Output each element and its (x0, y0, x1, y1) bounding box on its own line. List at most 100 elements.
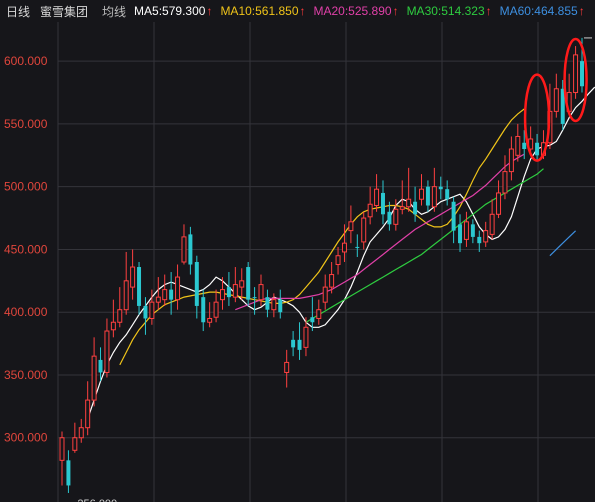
candle-body-up (72, 437, 78, 451)
candle-body-up (329, 274, 335, 288)
candle-body-up (419, 188, 424, 200)
candle-body-up (239, 280, 245, 288)
candle-body-down (522, 142, 527, 150)
candle-body-down (98, 359, 103, 373)
candle-body-down (425, 186, 430, 206)
up-arrow-icon: ↑ (485, 4, 492, 18)
ma5-value: MA5:579.300↑ (134, 4, 212, 18)
candle-body-up (374, 188, 380, 207)
ma60-label: MA60:464.855 (499, 4, 578, 18)
y-tick-label: 400.000 (4, 305, 48, 319)
candle-body-down (137, 267, 142, 306)
candle-body-up (213, 301, 219, 318)
candle-body-up (502, 171, 508, 194)
candle-body-up (341, 242, 347, 253)
candle-body-down (387, 211, 392, 225)
candle-body-down (458, 224, 463, 244)
ma5-label: MA5:579.300 (134, 4, 206, 18)
candle-body-up (515, 135, 521, 156)
candle-body-up (104, 330, 110, 373)
y-tick-label: 600.000 (4, 54, 48, 68)
candle-body-up (335, 255, 341, 266)
period-selector[interactable]: 日线 (6, 3, 30, 20)
candle-body-down (188, 234, 193, 265)
ma10-label: MA10:561.850 (220, 4, 299, 18)
candle-body-up (155, 296, 161, 303)
candle-body-up (316, 309, 322, 319)
candle-body-down (252, 297, 257, 299)
y-tick-label: 300.000 (4, 431, 48, 445)
ma10-value: MA10:561.850↑ (220, 4, 305, 18)
candle-body-up (175, 276, 181, 301)
candle-body-up (483, 230, 489, 243)
candle-body-up (393, 208, 399, 225)
candle-body-up (303, 326, 309, 348)
candle-body-up (59, 437, 65, 461)
candle-body-down (297, 339, 302, 350)
candle-body-down (201, 297, 206, 323)
candle-body-up (399, 206, 405, 210)
ma-line-ma30 (305, 168, 544, 323)
candle-body-down (291, 339, 296, 348)
ma60-value: MA60:464.855↑ (500, 4, 585, 18)
y-tick-label: 450.000 (4, 242, 48, 256)
candle-body-up (406, 198, 412, 208)
candle-body-up (91, 355, 97, 401)
candle-body-up (348, 221, 354, 232)
candle-body-up (553, 88, 559, 112)
candlestick-chart[interactable]: 600.000 550.000 500.000 450.000 400.000 350.0… (0, 22, 595, 502)
chart-header: 日线 蜜雪集团 均线 MA5:579.300↑ MA10:561.850↑ MA… (0, 0, 595, 22)
candle-body-down (278, 299, 283, 313)
candle-body-up (489, 213, 495, 235)
candle-body-up (508, 148, 514, 173)
candle-body-up (463, 221, 469, 240)
candle-body-down (310, 317, 315, 323)
candle-body-up (117, 309, 123, 323)
candle-body-down (169, 289, 174, 300)
moving-average-label[interactable]: 均线 (102, 3, 126, 20)
ma-line-ma20 (235, 153, 525, 311)
candle-body-up (361, 217, 367, 243)
candle-body-down (470, 224, 475, 237)
ma20-label: MA20:525.890 (313, 4, 392, 18)
candle-body-down (380, 192, 385, 215)
candle-body-down (194, 262, 199, 306)
candle-body-down (413, 201, 418, 215)
candle-body-down (451, 201, 456, 231)
ma30-label: MA30:514.323 (406, 4, 485, 18)
up-arrow-icon: ↑ (299, 4, 306, 18)
candle-body-down (226, 287, 231, 298)
candle-body-down (355, 246, 360, 248)
candle-body-up (232, 284, 238, 298)
candle-body-down (246, 267, 251, 300)
stock-name: 蜜雪集团 (40, 4, 89, 19)
candle-body-up (181, 236, 187, 263)
up-arrow-icon: ↑ (578, 4, 585, 18)
candle-body-up (110, 321, 116, 331)
candle-body-up (207, 317, 213, 323)
candle-body-up (258, 284, 264, 301)
candle-body-up (130, 266, 136, 288)
candle-body-down (580, 61, 584, 87)
candle-body-up (85, 399, 91, 429)
ma-line-ma60 (549, 230, 577, 257)
y-tick-label: 500.000 (4, 180, 48, 194)
candle-body-down (143, 305, 148, 319)
candle-body-down (66, 460, 71, 486)
candle-body-down (438, 186, 443, 190)
candle-body-up (496, 192, 502, 215)
ma20-value: MA20:525.890↑ (314, 4, 399, 18)
y-tick-label: 550.000 (4, 117, 48, 131)
candle-body-up (284, 361, 290, 373)
candle-body-down (265, 297, 270, 310)
candle-body-up (573, 54, 579, 94)
candle-body-up (162, 289, 168, 301)
candle-body-up (123, 280, 129, 311)
candle-body-up (78, 427, 84, 439)
candle-body-up (367, 203, 373, 218)
y-tick-label: 350.000 (4, 368, 48, 382)
candle-body-up (271, 299, 277, 311)
up-arrow-icon: ↑ (206, 4, 213, 18)
candle-body-up (431, 186, 437, 208)
candle-body-down (445, 189, 450, 200)
